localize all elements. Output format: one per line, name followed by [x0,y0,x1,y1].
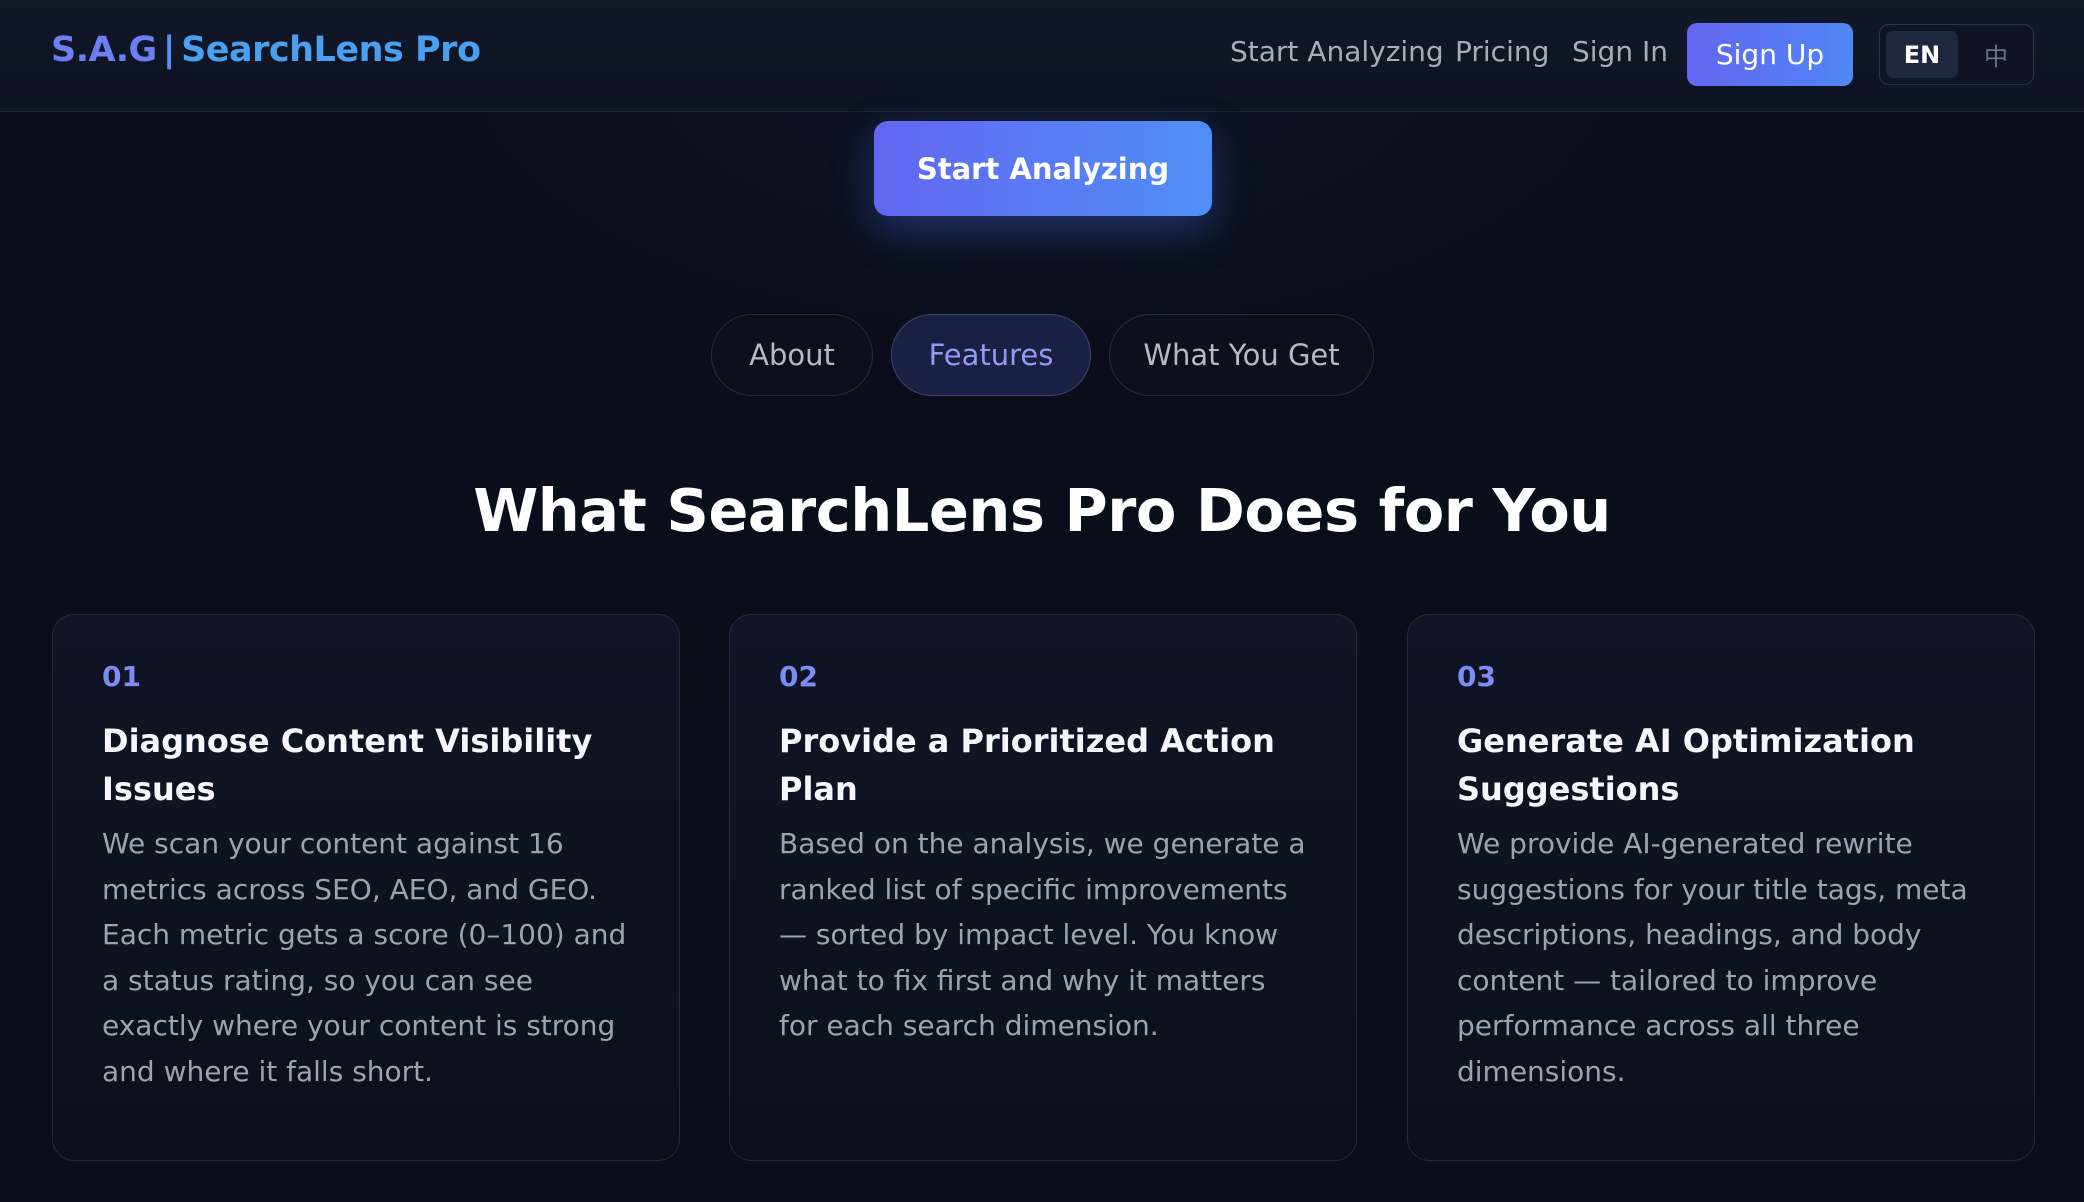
tab-about[interactable]: About [711,314,873,396]
card-number: 03 [1457,660,1496,693]
brand-name: SearchLens Pro [181,30,481,70]
top-navigation-bar: S.A.G | SearchLens Pro Start Analyzing Pri… [0,0,2084,112]
tab-what-you-get[interactable]: What You Get [1109,314,1374,396]
card-description: We scan your content against 16 metrics … [102,827,627,1088]
card-number: 01 [102,660,141,693]
tab-features[interactable]: Features [891,314,1091,396]
card-title: Diagnose Content Visibility Issues [102,722,593,808]
nav-sign-in-link[interactable]: Sign In [1572,35,1668,68]
start-analyzing-button[interactable]: Start Analyzing [874,121,1212,216]
feature-card-action-plan: 02 Provide a Prioritized Action Plan Bas… [729,614,1357,1161]
brand-logo[interactable]: S.A.G | SearchLens Pro [51,30,481,70]
brand-separator: | [162,30,176,70]
card-description: We provide AI-generated rewrite suggesti… [1457,827,1968,1088]
brand-prefix: S.A.G [51,30,157,70]
card-title: Provide a Prioritized Action Plan [779,722,1275,808]
feature-card-ai-suggestions: 03 Generate AI Optimization Suggestions … [1407,614,2035,1161]
language-zh-option[interactable]: 中 [1964,31,2028,78]
nav-pricing-link[interactable]: Pricing [1455,35,1549,68]
nav-start-analyzing-link[interactable]: Start Analyzing [1230,35,1444,68]
feature-card-diagnose: 01 Diagnose Content Visibility Issues We… [52,614,680,1161]
section-title: What SearchLens Pro Does for You [473,476,1611,545]
card-description: Based on the analysis, we generate a ran… [779,827,1306,1042]
language-switcher: EN 中 [1879,24,2034,85]
card-number: 02 [779,660,818,693]
sign-up-button[interactable]: Sign Up [1687,23,1853,86]
card-title: Generate AI Optimization Suggestions [1457,722,1915,808]
language-en-option[interactable]: EN [1886,31,1958,78]
